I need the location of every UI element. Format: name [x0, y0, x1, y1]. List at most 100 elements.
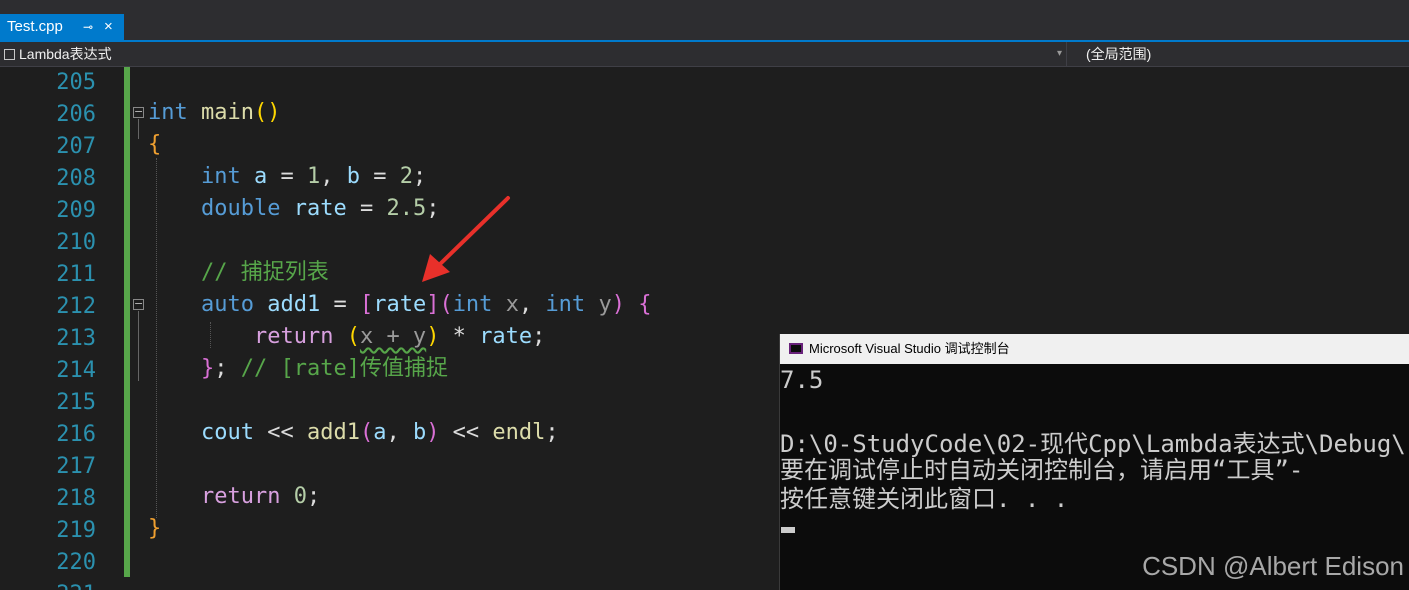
token: int — [452, 292, 493, 317]
outline-line — [138, 119, 139, 139]
token: , — [386, 420, 413, 445]
code-line-206[interactable]: int main() — [148, 97, 280, 129]
token: x + y — [359, 324, 427, 349]
document-tab-bar: Test.cpp ⊸ × — [0, 0, 1409, 40]
project-dropdown[interactable]: Lambda表达式 ▾ — [4, 42, 1067, 66]
line-number: 220 — [56, 550, 96, 575]
scope-dropdown-label: (全局范围) — [1086, 46, 1152, 62]
collapse-icon[interactable]: − — [133, 106, 144, 118]
token: ( — [359, 420, 374, 445]
code-line-213[interactable]: return (x + y) * rate; — [148, 321, 545, 353]
token: [ — [359, 292, 374, 317]
token: rate — [479, 324, 533, 349]
close-icon[interactable]: × — [104, 14, 113, 40]
line-number: 207 — [56, 134, 96, 159]
line-number: 221 — [0, 579, 96, 590]
code-line-209[interactable]: double rate = 2.5; — [148, 193, 439, 225]
token: x — [505, 292, 519, 317]
token: , — [320, 164, 347, 189]
token: add1 — [267, 292, 321, 317]
token: ( — [439, 292, 453, 317]
code-line-218[interactable]: return 0; — [148, 481, 320, 513]
token: int — [200, 164, 241, 189]
token: cout — [200, 420, 254, 445]
token: } — [200, 356, 215, 381]
outline-line — [138, 311, 139, 381]
line-number-gutter: 205 206 207 208 209 210 211 212 213 214 … — [0, 67, 130, 590]
line-number: 210 — [56, 230, 96, 255]
token: ; — [412, 164, 427, 189]
code-line-216[interactable]: cout << add1(a, b) << endl; — [148, 417, 559, 449]
line-number: 218 — [56, 486, 96, 511]
token: b — [412, 420, 427, 445]
token: rate — [293, 196, 347, 221]
token: ; — [545, 420, 559, 445]
token: ; — [306, 484, 321, 509]
token: ( — [253, 100, 268, 125]
token: , — [518, 292, 546, 317]
token: ] — [426, 292, 440, 317]
token: int — [545, 292, 586, 317]
token: { — [148, 132, 162, 157]
token: add1 — [306, 420, 360, 445]
token: 2 — [399, 164, 413, 189]
line-number: 206 — [56, 102, 96, 127]
navigation-bar: Lambda表达式 ▾ (全局范围) — [0, 42, 1409, 67]
code-line-212[interactable]: auto add1 = [rate](int x, int y) { — [148, 289, 651, 321]
line-number: 214 — [56, 358, 96, 383]
token: ) — [611, 292, 625, 317]
token: 1 — [306, 164, 321, 189]
comment: // 捕捉列表 — [200, 260, 329, 285]
pin-icon[interactable]: ⊸ — [83, 14, 93, 40]
line-number: 212 — [56, 294, 96, 319]
token: * — [439, 324, 480, 349]
line-number: 213 — [56, 326, 96, 351]
line-number: 215 — [56, 390, 96, 415]
token: b — [346, 164, 360, 189]
token: return — [200, 484, 281, 509]
line-number: 219 — [56, 518, 96, 543]
console-title: Microsoft Visual Studio 调试控制台 — [809, 341, 1010, 356]
token: return — [253, 324, 334, 349]
token: a — [253, 164, 268, 189]
console-output-line: 按任意键关闭此窗口. . . — [780, 485, 1069, 513]
token: rate — [373, 292, 427, 317]
token: { — [638, 292, 652, 317]
project-icon — [4, 49, 15, 60]
token: << — [439, 420, 493, 445]
token: = — [320, 292, 360, 317]
console-cursor — [781, 527, 795, 533]
token: = — [267, 164, 307, 189]
line-number: 217 — [56, 454, 96, 479]
token: ) — [426, 420, 440, 445]
token: } — [148, 516, 162, 541]
console-output-line: 7.5 — [780, 366, 824, 394]
line-number: 211 — [56, 262, 96, 287]
line-number: 216 — [56, 422, 96, 447]
project-dropdown-label: Lambda表达式 — [19, 46, 112, 62]
token: int — [148, 100, 188, 125]
token: = — [346, 196, 387, 221]
token: double — [200, 196, 281, 221]
token: ) — [267, 100, 281, 125]
collapse-icon[interactable]: − — [133, 298, 144, 310]
code-line-214[interactable]: }; // [rate]传值捕捉 — [148, 353, 448, 385]
token: 0 — [293, 484, 307, 509]
tab-test-cpp[interactable]: Test.cpp ⊸ × — [0, 14, 124, 40]
code-line-208[interactable]: int a = 1, b = 2; — [148, 161, 426, 193]
token: y — [598, 292, 612, 317]
token: = — [359, 164, 400, 189]
token: endl — [492, 420, 546, 445]
code-line-219[interactable]: } — [148, 513, 161, 545]
code-line-207[interactable]: { — [148, 129, 161, 161]
tab-label: Test.cpp — [7, 18, 63, 35]
line-number: 208 — [56, 166, 96, 191]
line-number: 209 — [56, 198, 96, 223]
code-line-211[interactable]: // 捕捉列表 — [148, 257, 329, 289]
console-title-bar[interactable]: Microsoft Visual Studio 调试控制台 — [780, 334, 1409, 364]
chevron-down-icon[interactable]: ▾ — [1057, 42, 1062, 66]
scope-dropdown[interactable]: (全局范围) — [1086, 42, 1151, 66]
token: ( — [346, 324, 360, 349]
token: main — [201, 100, 254, 125]
comment: // [rate]传值捕捉 — [240, 356, 448, 381]
